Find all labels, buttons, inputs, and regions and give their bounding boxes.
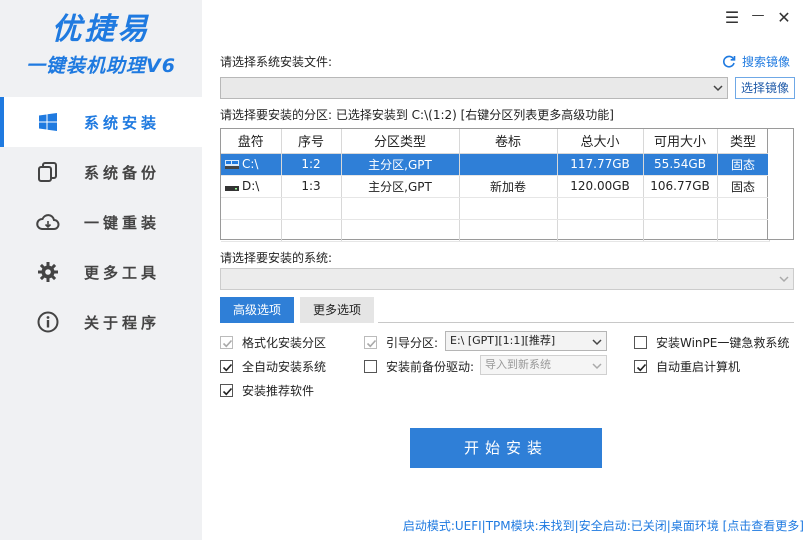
drive-cell: C:\ [221,153,282,176]
boot-partition-checkbox[interactable]: 引导分区: [364,334,438,351]
tab-more-options[interactable]: 更多选项 [300,297,374,323]
drive-letter: D:\ [242,179,260,193]
brand-logo: 优捷易 一键装机助理V6 [0,10,202,80]
chevron-down-icon [713,85,723,92]
auto-install-checkbox[interactable]: 全自动安装系统 [220,358,326,375]
close-button[interactable]: ✕ [774,8,794,27]
auto-restart-checkbox[interactable]: 自动重启计算机 [634,358,740,375]
drive-cell: D:\ [221,175,282,198]
system-select[interactable] [220,268,794,290]
brand-title: 优捷易 [51,12,151,47]
sidebar-item-label: 关于程序 [84,313,161,332]
sidebar-item-system-backup[interactable]: 系统备份 [0,147,202,197]
tab-divider [378,322,794,323]
index-cell: 1:2 [281,153,342,176]
checkbox-label: 安装推荐软件 [242,384,315,398]
checkbox-label: 安装前备份驱动: [386,360,475,374]
search-mirror-label: 搜索镜像 [742,55,791,69]
info-icon [36,310,60,334]
gear-icon [36,260,60,284]
drive-letter: C:\ [242,157,259,171]
volume-cell [459,153,558,176]
checkbox-label: 自动重启计算机 [656,360,741,374]
volume-cell: 新加卷 [459,175,558,198]
column-header[interactable]: 类型 [717,129,770,154]
check-icon [366,339,377,348]
minimize-button[interactable]: — [748,8,768,23]
main-panel: ☰ — ✕ 请选择系统安装文件: 搜索镜像 选择镜像 请选择要安装的分区: 已选… [202,0,810,540]
partition-table[interactable]: 盘符 序号 分区类型 卷标 总大小 可用大小 类型 C:\ 1:2 主分区,GP… [220,128,770,242]
checkbox-label: 格式化安装分区 [242,336,327,350]
sidebar-item-one-click-reinstall[interactable]: 一键重装 [0,197,202,247]
table-row[interactable]: D:\ 1:3 主分区,GPT 新加卷 120.00GB 106.77GB 固态 [221,175,770,198]
copy-icon [36,160,60,184]
tab-advanced-options[interactable]: 高级选项 [220,297,294,323]
chevron-down-icon [592,339,602,346]
column-header[interactable]: 卷标 [459,129,558,154]
table-header: 盘符 序号 分区类型 卷标 总大小 可用大小 类型 [221,129,770,154]
install-winpe-checkbox[interactable]: 安装WinPE一键急救系统 [634,334,789,351]
checkbox-label: 全自动安装系统 [242,360,327,374]
sidebar-item-more-tools[interactable]: 更多工具 [0,247,202,297]
windows-drive-icon [225,160,239,169]
system-label: 请选择要安装的系统: [220,251,333,265]
windows-icon [36,110,60,134]
chevron-down-icon [779,276,789,283]
disk-kind-cell: 固态 [717,175,770,198]
total-size-cell: 120.00GB [557,175,644,198]
search-mirror-link[interactable]: 搜索镜像 [722,53,790,70]
chevron-down-icon [592,363,602,370]
format-partition-checkbox[interactable]: 格式化安装分区 [220,334,326,351]
sidebar: 优捷易 一键装机助理V6 系统安装 系统备份 一键重装 更多工具 关于程序 [0,0,202,540]
sidebar-item-system-install[interactable]: 系统安装 [0,97,202,147]
partition-type-cell: 主分区,GPT [341,153,460,176]
sidebar-item-about[interactable]: 关于程序 [0,297,202,347]
total-size-cell: 117.77GB [557,153,644,176]
partition-type-cell: 主分区,GPT [341,175,460,198]
boot-partition-select[interactable]: E:\ [GPT][1:1][推荐] [445,331,607,351]
column-header[interactable]: 序号 [281,129,342,154]
refresh-icon [723,55,736,68]
disk-kind-cell: 固态 [717,153,770,176]
sidebar-nav: 系统安装 系统备份 一键重装 更多工具 关于程序 [0,97,202,347]
image-file-select[interactable] [220,77,728,99]
table-row-empty [221,219,770,242]
status-bar[interactable]: 启动模式:UEFI|TPM模块:未找到|安全启动:已关闭|桌面环境 [点击查看更… [403,517,804,534]
drive-icon [225,186,239,191]
sidebar-item-label: 一键重装 [84,213,161,232]
browse-image-button[interactable]: 选择镜像 [735,77,795,99]
check-icon [222,363,233,372]
install-recommended-checkbox[interactable]: 安装推荐软件 [220,382,314,399]
column-header[interactable]: 盘符 [221,129,282,154]
free-size-cell: 106.77GB [643,175,718,198]
cloud-icon [36,210,60,234]
column-header[interactable]: 可用大小 [643,129,718,154]
free-size-cell: 55.54GB [643,153,718,176]
backup-drivers-select[interactable]: 导入到新系统 [480,355,607,375]
index-cell: 1:3 [281,175,342,198]
backup-drivers-value: 导入到新系统 [485,358,551,371]
check-icon [222,387,233,396]
sidebar-item-label: 更多工具 [84,263,161,282]
menu-icon[interactable]: ☰ [722,8,742,27]
column-header[interactable]: 分区类型 [341,129,460,154]
check-icon [636,363,647,372]
partition-label: 请选择要安装的分区: 已选择安装到 C:\(1:2) [右键分区列表更多高级功能… [220,108,614,122]
column-header[interactable]: 总大小 [557,129,644,154]
checkbox-label: 安装WinPE一键急救系统 [656,336,790,350]
table-row-empty [221,197,770,220]
sidebar-item-label: 系统备份 [84,163,161,182]
table-scroll-area [768,128,794,240]
checkbox-label: 引导分区: [386,336,439,350]
brand-subtitle: 一键装机助理V6 [26,55,176,77]
image-file-label: 请选择系统安装文件: [220,55,333,69]
table-row[interactable]: C:\ 1:2 主分区,GPT 117.77GB 55.54GB 固态 [221,153,770,176]
backup-drivers-checkbox[interactable]: 安装前备份驱动: [364,358,474,375]
check-icon [222,339,233,348]
start-install-button[interactable]: 开始安装 [410,428,602,468]
boot-partition-value: E:\ [GPT][1:1][推荐] [450,334,556,347]
sidebar-item-label: 系统安装 [84,113,161,132]
